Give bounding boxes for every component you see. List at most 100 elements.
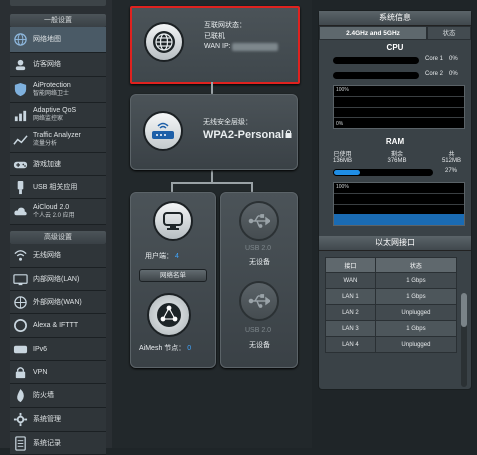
sidebar-item-gamepad[interactable]: 游戏加速 <box>10 153 106 176</box>
guest-network-icon <box>12 56 29 73</box>
ethernet-status-cell: 1 Gbps <box>374 272 458 289</box>
sidebar-item-label: 防火墙 <box>33 392 54 399</box>
ipv6-icon <box>12 341 29 358</box>
ram-graph-fill <box>334 214 464 225</box>
wan-ip-redacted <box>232 43 278 51</box>
gamepad-icon <box>12 156 29 173</box>
ram-free: 剩余 376MB <box>387 152 407 164</box>
wireless-security-label: 无线安全层级： <box>203 119 252 126</box>
ram-graph-max-label: 100% <box>336 184 349 190</box>
sidebar-item-lan[interactable]: 内部网络(LAN) <box>10 268 106 291</box>
clients-label: 用户端： <box>145 253 173 260</box>
system-status-panel: 系统信息 2.4GHz and 5GHz 状态 CPU Core 1 0% Co… <box>318 10 472 390</box>
sidebar-item-aiprotection[interactable]: AiProtection 智能网络卫士 <box>10 77 106 103</box>
internet-status-card[interactable]: 互联网状态： 已联机 WAN IP: <box>130 6 300 84</box>
table-row: WAN 1 Gbps <box>325 272 458 289</box>
usb-port-2-icon[interactable] <box>239 281 279 321</box>
clients-monitor-icon[interactable] <box>153 201 193 241</box>
wan-ip-label: WAN IP: <box>204 43 231 50</box>
cpu-core-1-label: Core 1 <box>425 56 444 62</box>
usb-port-2-status: 无设备 <box>249 342 270 349</box>
ram-stats: 已使用 136MB 剩余 376MB 共 512MB <box>333 149 461 164</box>
sidebar-item-label: 系统记录 <box>33 439 61 447</box>
cpu-core-1-bar <box>333 57 419 64</box>
client-list-button[interactable]: 网络名单 <box>139 269 207 282</box>
usb-port-1-icon[interactable] <box>239 201 279 241</box>
tab-wireless-bands[interactable]: 2.4GHz and 5GHz <box>319 26 427 40</box>
sidebar-item-label: Adaptive QoS 网络监控家 <box>33 107 77 122</box>
aimesh-count[interactable]: 0 <box>187 345 191 352</box>
wireless-security-value: WPA2-Personal <box>203 129 285 141</box>
network-map-icon <box>12 31 29 48</box>
admin-icon <box>12 411 29 428</box>
advanced-nav-list: 无线网络内部网络(LAN) 外部网络(WAN) Alexa & IFTTT IPv6 V… <box>0 244 112 455</box>
cpu-title: CPU <box>386 43 404 52</box>
sidebar-item-label: USB 相关应用 <box>33 183 78 191</box>
ethernet-status-cell: Unplugged <box>374 304 458 321</box>
globe-icon <box>144 22 184 62</box>
cpu-core-2-label: Core 2 <box>425 71 444 77</box>
sidebar-top-strip <box>10 0 106 6</box>
wireless-icon <box>12 247 29 264</box>
sidebar-item-label: 访客网络 <box>33 61 61 68</box>
sidebar-item-alexa[interactable]: Alexa & IFTTT <box>10 314 106 338</box>
cloud-icon <box>12 203 29 220</box>
lock-icon <box>285 129 292 138</box>
sidebar-item-admin[interactable]: 系统管理 <box>10 408 106 432</box>
table-row: LAN 11 Gbps <box>325 288 458 305</box>
aimesh-label-row: AiMesh 节点： 0 <box>139 343 191 353</box>
sidebar-item-qos[interactable]: Adaptive QoS 网络监控家 <box>10 103 106 128</box>
aiprotection-icon <box>12 81 29 98</box>
ram-usage-row: 27% <box>333 167 471 178</box>
sidebar-item-firewall[interactable]: 防火墙 <box>10 384 106 408</box>
ethernet-status-cell: Unplugged <box>374 336 458 353</box>
sidebar-item-ipv6[interactable]: IPv6 <box>10 338 106 361</box>
qos-icon <box>12 107 29 124</box>
ethernet-port-cell: WAN <box>325 272 376 289</box>
network-map: 互联网状态： 已联机 WAN IP: 无线安全层级： WPA2-Personal <box>112 0 312 448</box>
sidebar-item-guest-network[interactable]: 访客网络 <box>10 53 106 77</box>
clients-label-row: 用户端： 4 <box>145 251 179 261</box>
ethernet-port-cell: LAN 4 <box>325 336 376 353</box>
wan-icon <box>12 294 29 311</box>
sidebar-item-cloud[interactable]: AiCloud 2.0 个人云 2.0 应用 <box>10 199 106 225</box>
sidebar-item-syslog[interactable]: 系统记录 <box>10 432 106 455</box>
ethernet-status-cell: 1 Gbps <box>374 288 458 305</box>
sidebar-item-label: 内部网络(LAN) <box>33 275 80 283</box>
ram-usage-graph: 100% 0% <box>333 182 465 226</box>
clients-count[interactable]: 4 <box>175 253 179 260</box>
sidebar-item-label: 游戏加速 <box>33 160 61 168</box>
ethernet-header-status: 状态 <box>374 257 458 273</box>
sidebar-item-usb-apps[interactable]: USB 相关应用 <box>10 176 106 199</box>
lan-icon <box>12 271 29 288</box>
table-row: LAN 2 Unplugged <box>325 304 458 321</box>
aimesh-label: AiMesh 节点： <box>139 345 186 352</box>
general-nav-list: 网络地图访客网络 AiProtection 智能网络卫士 Adaptive QoS 网络… <box>0 27 112 225</box>
sidebar: 一般设置 网络地图访客网络 AiProtection 智能网络卫士 Adaptive … <box>0 0 114 455</box>
internet-status-label: 互联网状态： <box>204 22 246 29</box>
tab-status[interactable]: 状态 <box>427 26 471 40</box>
cpu-core-1-row: Core 1 0% <box>333 55 471 66</box>
aimesh-icon[interactable] <box>147 293 191 337</box>
sidebar-item-wan[interactable]: 外部网络(WAN) <box>10 291 106 314</box>
usb-port-1-status: 无设备 <box>249 259 270 266</box>
ethernet-port-cell: LAN 2 <box>325 304 376 321</box>
cpu-core-2-row: Core 2 0% <box>333 70 471 81</box>
cpu-usage-graph: 100% 0% <box>333 85 465 129</box>
sidebar-item-wireless[interactable]: 无线网络 <box>10 244 106 268</box>
cpu-core-2-bar <box>333 72 419 79</box>
sidebar-item-traffic-analyzer[interactable]: Traffic Analyzer 流量分析 <box>10 128 106 153</box>
cpu-core-1-value: 0% <box>449 56 458 62</box>
ethernet-scrollbar[interactable] <box>461 293 467 387</box>
general-section-title: 一般设置 <box>10 14 106 27</box>
sidebar-item-label: 网络地图 <box>33 36 61 43</box>
ram-usage-bar <box>333 169 433 176</box>
internet-status-value: 已联机 <box>204 33 225 40</box>
usb-apps-icon <box>12 179 29 196</box>
router-card[interactable]: 无线安全层级： WPA2-Personal <box>130 94 298 170</box>
firewall-icon <box>12 387 29 404</box>
ethernet-ports-table: 接口 状态 WAN 1 Gbps LAN 11 Gbps LAN 2 Unplugged… <box>325 257 458 353</box>
sidebar-item-network-map[interactable]: 网络地图 <box>10 27 106 53</box>
table-row: LAN 4 Unplugged <box>325 336 458 353</box>
sidebar-item-vpn[interactable]: VPN <box>10 361 106 384</box>
